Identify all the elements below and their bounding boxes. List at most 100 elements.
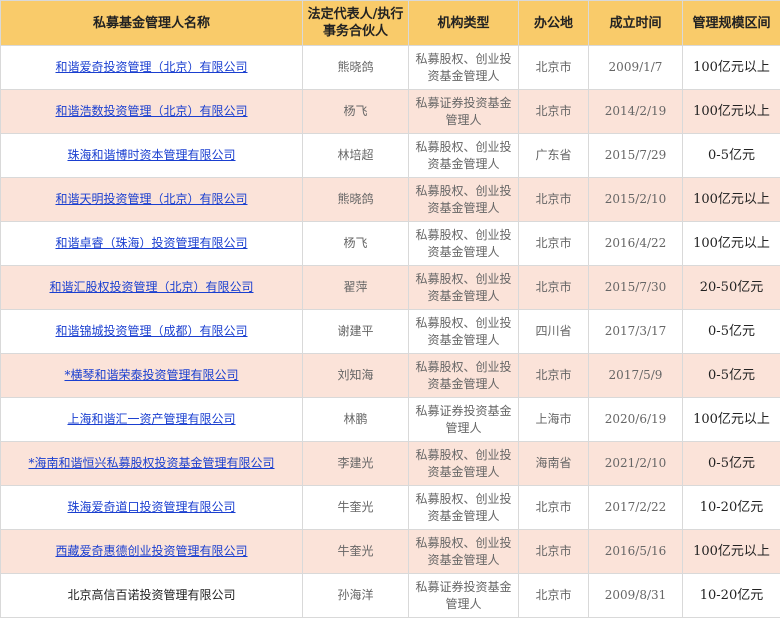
table-row: 和谐锦城投资管理（成都）有限公司谢建平私募股权、创业投资基金管理人四川省2017… bbox=[1, 310, 780, 354]
founded-date-cell: 2017/2/22 bbox=[589, 486, 683, 530]
founded-date-cell: 2014/2/19 bbox=[589, 90, 683, 134]
org-type-cell: 私募股权、创业投资基金管理人 bbox=[409, 134, 519, 178]
legal-rep-cell: 孙海洋 bbox=[303, 574, 409, 618]
header-legal-rep: 法定代表人/执行事务合伙人 bbox=[303, 1, 409, 46]
legal-rep-cell: 林培超 bbox=[303, 134, 409, 178]
manager-name-link[interactable]: 和谐爱奇投资管理（北京）有限公司 bbox=[55, 60, 247, 74]
office-location-cell: 北京市 bbox=[519, 266, 589, 310]
org-type-cell: 私募股权、创业投资基金管理人 bbox=[409, 354, 519, 398]
founded-date-cell: 2021/2/10 bbox=[589, 442, 683, 486]
manager-name-cell: 北京高信百诺投资管理有限公司 bbox=[1, 574, 303, 618]
org-type-cell: 私募股权、创业投资基金管理人 bbox=[409, 46, 519, 90]
manager-name-link[interactable]: 和谐天明投资管理（北京）有限公司 bbox=[55, 192, 247, 206]
aum-range-cell: 100亿元以上 bbox=[683, 222, 780, 266]
legal-rep-cell: 李建光 bbox=[303, 442, 409, 486]
office-location-cell: 上海市 bbox=[519, 398, 589, 442]
org-type-cell: 私募股权、创业投资基金管理人 bbox=[409, 222, 519, 266]
legal-rep-cell: 翟萍 bbox=[303, 266, 409, 310]
header-manager-name: 私募基金管理人名称 bbox=[1, 1, 303, 46]
office-location-cell: 北京市 bbox=[519, 178, 589, 222]
header-office-location: 办公地 bbox=[519, 1, 589, 46]
manager-name-cell: 和谐汇股权投资管理（北京）有限公司 bbox=[1, 266, 303, 310]
manager-name-cell: *横琴和谐荣泰投资管理有限公司 bbox=[1, 354, 303, 398]
founded-date-cell: 2009/1/7 bbox=[589, 46, 683, 90]
table-row: *横琴和谐荣泰投资管理有限公司 刘知海私募股权、创业投资基金管理人北京市2017/… bbox=[1, 354, 780, 398]
table-row: 西藏爱奇惠德创业投资管理有限公司牛奎光私募股权、创业投资基金管理人北京市2016… bbox=[1, 530, 780, 574]
office-location-cell: 北京市 bbox=[519, 354, 589, 398]
org-type-cell: 私募股权、创业投资基金管理人 bbox=[409, 486, 519, 530]
manager-name-link[interactable]: 和谐浩数投资管理（北京）有限公司 bbox=[55, 104, 247, 118]
header-founded-date: 成立时间 bbox=[589, 1, 683, 46]
legal-rep-cell: 牛奎光 bbox=[303, 530, 409, 574]
aum-range-cell: 10-20亿元 bbox=[683, 486, 780, 530]
founded-date-cell: 2017/5/9 bbox=[589, 354, 683, 398]
founded-date-cell: 2015/2/10 bbox=[589, 178, 683, 222]
fund-manager-table: 私募基金管理人名称 法定代表人/执行事务合伙人 机构类型 办公地 成立时间 管理… bbox=[0, 0, 780, 618]
legal-rep-cell: 熊晓鸽 bbox=[303, 178, 409, 222]
table-row: 和谐汇股权投资管理（北京）有限公司 翟萍私募股权、创业投资基金管理人北京市2015… bbox=[1, 266, 780, 310]
manager-name-link[interactable]: 和谐卓睿（珠海）投资管理有限公司 bbox=[55, 236, 247, 250]
table-row: *海南和谐恒兴私募股权投资基金管理有限公司 李建光私募股权、创业投资基金管理人海南… bbox=[1, 442, 780, 486]
manager-name-link[interactable]: 和谐汇股权投资管理（北京）有限公司 bbox=[49, 280, 253, 294]
manager-name-cell: 西藏爱奇惠德创业投资管理有限公司 bbox=[1, 530, 303, 574]
org-type-cell: 私募证券投资基金管理人 bbox=[409, 90, 519, 134]
office-location-cell: 四川省 bbox=[519, 310, 589, 354]
manager-name-cell: 和谐爱奇投资管理（北京）有限公司 bbox=[1, 46, 303, 90]
table-row: 和谐爱奇投资管理（北京）有限公司熊晓鸽私募股权、创业投资基金管理人北京市2009… bbox=[1, 46, 780, 90]
org-type-cell: 私募股权、创业投资基金管理人 bbox=[409, 310, 519, 354]
founded-date-cell: 2015/7/30 bbox=[589, 266, 683, 310]
manager-name-link[interactable]: 和谐锦城投资管理（成都）有限公司 bbox=[55, 324, 247, 338]
manager-name-link[interactable]: 珠海爱奇道口投资管理有限公司 bbox=[67, 500, 235, 514]
org-type-cell: 私募股权、创业投资基金管理人 bbox=[409, 266, 519, 310]
aum-range-cell: 0-5亿元 bbox=[683, 354, 780, 398]
table-row: 和谐天明投资管理（北京）有限公司 熊晓鸽私募股权、创业投资基金管理人北京市2015… bbox=[1, 178, 780, 222]
table-row: 珠海和谐博时资本管理有限公司 林培超私募股权、创业投资基金管理人广东省2015/7… bbox=[1, 134, 780, 178]
manager-name-link[interactable]: 西藏爱奇惠德创业投资管理有限公司 bbox=[55, 544, 247, 558]
header-aum-range: 管理规模区间 bbox=[683, 1, 780, 46]
office-location-cell: 北京市 bbox=[519, 530, 589, 574]
founded-date-cell: 2016/5/16 bbox=[589, 530, 683, 574]
legal-rep-cell: 熊晓鸽 bbox=[303, 46, 409, 90]
aum-range-cell: 0-5亿元 bbox=[683, 134, 780, 178]
table-header-row: 私募基金管理人名称 法定代表人/执行事务合伙人 机构类型 办公地 成立时间 管理… bbox=[1, 1, 780, 46]
manager-name-link[interactable]: 上海和谐汇一资产管理有限公司 bbox=[67, 412, 235, 426]
aum-range-cell: 100亿元以上 bbox=[683, 530, 780, 574]
table-row: 和谐浩数投资管理（北京）有限公司杨飞私募证券投资基金管理人北京市2014/2/1… bbox=[1, 90, 780, 134]
table-row: 北京高信百诺投资管理有限公司 孙海洋私募证券投资基金管理人北京市2009/8/31… bbox=[1, 574, 780, 618]
legal-rep-cell: 林鹏 bbox=[303, 398, 409, 442]
manager-name-link[interactable]: 珠海和谐博时资本管理有限公司 bbox=[67, 148, 235, 162]
org-type-cell: 私募证券投资基金管理人 bbox=[409, 398, 519, 442]
aum-range-cell: 20-50亿元 bbox=[683, 266, 780, 310]
aum-range-cell: 10-20亿元 bbox=[683, 574, 780, 618]
manager-name-cell: *海南和谐恒兴私募股权投资基金管理有限公司 bbox=[1, 442, 303, 486]
office-location-cell: 北京市 bbox=[519, 486, 589, 530]
manager-name-cell: 珠海和谐博时资本管理有限公司 bbox=[1, 134, 303, 178]
office-location-cell: 广东省 bbox=[519, 134, 589, 178]
office-location-cell: 北京市 bbox=[519, 90, 589, 134]
founded-date-cell: 2016/4/22 bbox=[589, 222, 683, 266]
aum-range-cell: 100亿元以上 bbox=[683, 178, 780, 222]
legal-rep-cell: 谢建平 bbox=[303, 310, 409, 354]
manager-name-text: 北京高信百诺投资管理有限公司 bbox=[67, 588, 235, 602]
org-type-cell: 私募股权、创业投资基金管理人 bbox=[409, 442, 519, 486]
aum-range-cell: 100亿元以上 bbox=[683, 90, 780, 134]
manager-name-cell: 和谐卓睿（珠海）投资管理有限公司 bbox=[1, 222, 303, 266]
founded-date-cell: 2015/7/29 bbox=[589, 134, 683, 178]
office-location-cell: 北京市 bbox=[519, 574, 589, 618]
aum-range-cell: 100亿元以上 bbox=[683, 46, 780, 90]
office-location-cell: 海南省 bbox=[519, 442, 589, 486]
manager-name-cell: 和谐锦城投资管理（成都）有限公司 bbox=[1, 310, 303, 354]
aum-range-cell: 0-5亿元 bbox=[683, 442, 780, 486]
founded-date-cell: 2020/6/19 bbox=[589, 398, 683, 442]
table-row: 和谐卓睿（珠海）投资管理有限公司 杨飞私募股权、创业投资基金管理人北京市2016/… bbox=[1, 222, 780, 266]
legal-rep-cell: 杨飞 bbox=[303, 222, 409, 266]
legal-rep-cell: 刘知海 bbox=[303, 354, 409, 398]
manager-name-link[interactable]: *横琴和谐荣泰投资管理有限公司 bbox=[64, 368, 238, 382]
aum-range-cell: 100亿元以上 bbox=[683, 398, 780, 442]
org-type-cell: 私募证券投资基金管理人 bbox=[409, 574, 519, 618]
manager-name-link[interactable]: *海南和谐恒兴私募股权投资基金管理有限公司 bbox=[28, 456, 274, 470]
office-location-cell: 北京市 bbox=[519, 222, 589, 266]
founded-date-cell: 2009/8/31 bbox=[589, 574, 683, 618]
table-row: 珠海爱奇道口投资管理有限公司牛奎光私募股权、创业投资基金管理人北京市2017/2… bbox=[1, 486, 780, 530]
org-type-cell: 私募股权、创业投资基金管理人 bbox=[409, 178, 519, 222]
